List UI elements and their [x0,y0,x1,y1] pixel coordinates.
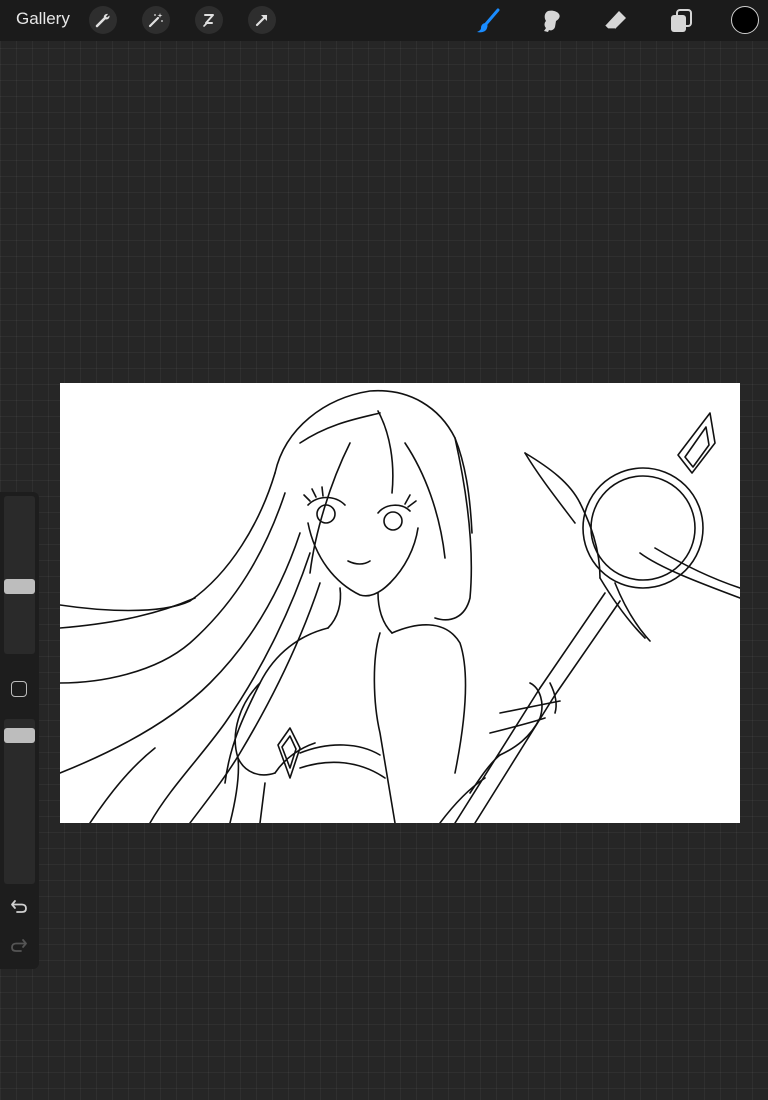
actions-button[interactable] [89,6,117,34]
eraser-tool-button[interactable] [601,6,631,36]
eraser-icon [604,11,626,30]
left-sidebar [0,492,39,969]
selection-button[interactable] [195,6,223,34]
gallery-button[interactable]: Gallery [16,9,70,29]
wrench-icon [95,13,110,28]
transform-button[interactable] [248,6,276,34]
brush-tool-button[interactable] [473,6,503,36]
transform-arrow-icon [255,14,268,27]
color-picker-button[interactable] [731,6,759,34]
magic-wand-icon [148,13,163,28]
line-art-illustration [60,389,740,823]
opacity-slider-thumb[interactable] [4,728,35,743]
undo-icon[interactable] [9,896,29,916]
selection-icon [203,14,214,27]
adjustments-button[interactable] [142,6,170,34]
brush-size-slider[interactable] [4,496,35,654]
brush-size-slider-thumb[interactable] [4,579,35,594]
top-toolbar: Gallery [0,0,768,41]
opacity-slider[interactable] [4,719,35,884]
modify-button[interactable] [11,681,27,697]
smudge-tool-button[interactable] [537,6,567,36]
smudge-icon [544,10,560,32]
brush-icon [477,8,500,33]
layers-icon [671,9,692,32]
drawing-canvas[interactable] [60,383,740,823]
layers-button[interactable] [666,6,696,36]
redo-icon[interactable] [9,935,29,955]
